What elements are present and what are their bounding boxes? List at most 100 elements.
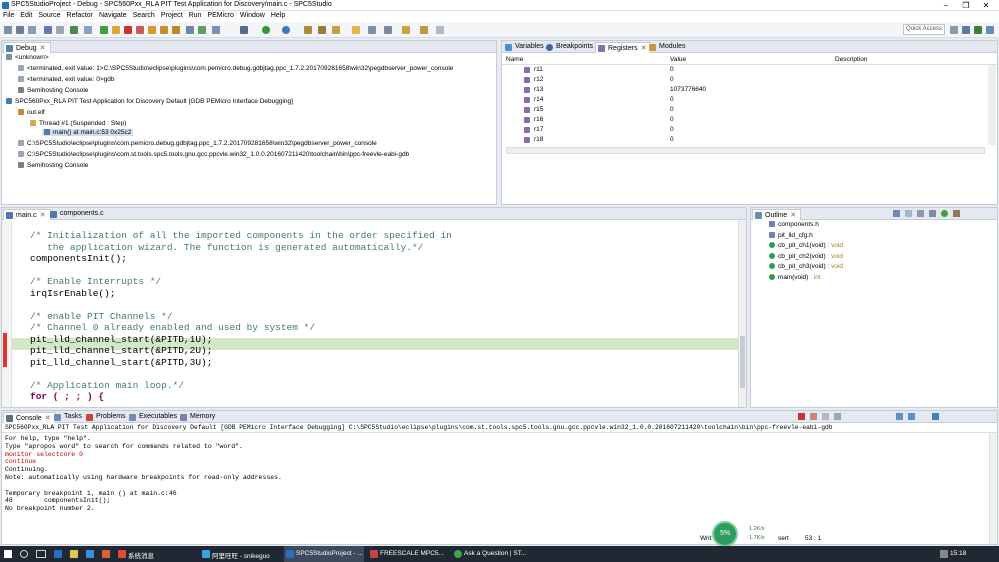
editor-gutter[interactable] [2, 220, 12, 407]
outline-item[interactable]: cb_pit_ch1(void) : void [769, 242, 843, 249]
tab-tasks[interactable]: Tasks [52, 412, 86, 423]
tab-console[interactable]: Console ✕ [3, 412, 56, 423]
outline-item[interactable]: main(void) : int [769, 273, 821, 281]
tab-modules[interactable]: Modules [647, 42, 689, 53]
tab-main-c[interactable]: main.c ✕ [3, 209, 51, 220]
save-icon[interactable] [16, 26, 24, 34]
forward-icon[interactable] [436, 26, 444, 34]
register-value[interactable]: 0 [670, 106, 674, 113]
minimize-icon[interactable]: – [936, 1, 956, 10]
tree-item-server[interactable]: C:\SPC5Studio\eclipse\plugins\com.pemicr… [18, 140, 377, 147]
instruction-step-icon[interactable] [186, 26, 194, 34]
menu-source[interactable]: Source [35, 11, 63, 20]
step-over-icon[interactable] [160, 26, 168, 34]
tab-variables[interactable]: Variables [503, 42, 548, 53]
run-icon[interactable] [262, 26, 270, 34]
terminate-console-icon[interactable] [798, 413, 805, 420]
search-icon[interactable] [20, 550, 28, 558]
tree-item-semihosting[interactable]: Semihosting Console [18, 87, 88, 94]
tab-outline[interactable]: Outline ✕ [752, 209, 802, 220]
close-tab-icon[interactable]: ✕ [40, 45, 46, 52]
register-name[interactable]: r11 [534, 66, 543, 73]
taskbar-item-messages[interactable]: 系统消息 [116, 546, 192, 562]
external-tools-icon[interactable] [304, 26, 312, 34]
column-description[interactable]: Description [835, 56, 868, 63]
previous-annotation-icon[interactable] [384, 26, 392, 34]
perspective-c-icon[interactable] [962, 26, 970, 34]
mail-icon[interactable] [86, 550, 94, 558]
register-name[interactable]: r14 [534, 96, 543, 103]
mark-occurrences-icon[interactable] [352, 26, 360, 34]
register-name[interactable]: r18 [534, 136, 543, 143]
tree-item-stack-frame[interactable]: main() at main.c:53 0x25c2 [42, 129, 134, 136]
code-line[interactable]: pit_lld_channel_start(&PITD,2U); [30, 345, 212, 356]
tree-item-semihosting-2[interactable]: Semihosting Console [18, 162, 88, 169]
code-line[interactable]: componentsInit(); [30, 253, 127, 264]
menu-window[interactable]: Window [237, 11, 268, 20]
tree-item-terminated-gdb[interactable]: <terminated, exit value: 0>gdb [18, 76, 114, 83]
explorer-icon[interactable] [70, 550, 78, 558]
save-all-icon[interactable] [28, 26, 36, 34]
outline-item[interactable]: cb_pit_ch3(void) : void [769, 263, 843, 270]
code-line[interactable]: /* Channel 0 already enabled and used by… [30, 322, 315, 333]
outline-item[interactable]: components.h [769, 221, 819, 228]
hide-nonpublic-icon[interactable] [941, 210, 948, 217]
tree-item-unknown[interactable]: <unknown> [6, 54, 49, 61]
editor-scrollbar[interactable] [738, 220, 746, 407]
vertical-scrollbar[interactable] [988, 65, 996, 145]
menu-refactor[interactable]: Refactor [64, 11, 96, 20]
display-console-icon[interactable] [908, 413, 915, 420]
step-into-icon[interactable] [148, 26, 156, 34]
register-value[interactable]: 0 [670, 76, 674, 83]
register-value[interactable]: 0 [670, 126, 674, 133]
next-annotation-icon[interactable] [368, 26, 376, 34]
close-tab-icon[interactable]: ✕ [790, 212, 796, 219]
resume-icon[interactable] [100, 26, 108, 34]
tab-registers[interactable]: Registers ✕ [595, 42, 652, 53]
maximize-icon[interactable]: ❐ [956, 1, 976, 10]
menu-navigate[interactable]: Navigate [96, 11, 130, 20]
quick-access-input[interactable]: Quick Access [903, 24, 945, 35]
settings-icon[interactable] [240, 26, 248, 34]
menu-search[interactable]: Search [130, 11, 158, 20]
code-line[interactable]: for ( ; ; ) { [30, 391, 104, 402]
register-value[interactable]: 0 [670, 66, 674, 73]
restart-icon[interactable] [212, 26, 220, 34]
close-tab-icon[interactable]: ✕ [40, 212, 46, 219]
console-icon[interactable] [70, 26, 78, 34]
last-edit-icon[interactable] [402, 26, 410, 34]
horizontal-scrollbar[interactable] [506, 147, 985, 154]
hide-static-icon[interactable] [929, 210, 936, 217]
register-value[interactable]: 0 [670, 116, 674, 123]
register-value[interactable]: 1073776640 [670, 86, 706, 93]
code-line[interactable]: /* Enable Interrupts */ [30, 276, 161, 287]
tree-item-launch[interactable]: SPC560Pxx_RLA PIT Test Application for D… [6, 98, 293, 105]
code-line[interactable]: irqIsrEnable(); [30, 288, 116, 299]
register-name[interactable]: r16 [534, 116, 543, 123]
perspective-other-icon[interactable] [986, 26, 994, 34]
console-scrollbar[interactable] [989, 433, 997, 544]
tray-icon[interactable] [940, 550, 948, 558]
app-pinned-icon[interactable] [102, 550, 110, 558]
tree-item-terminated-server[interactable]: <terminated, exit value: 1>C:\SPC5Studio… [18, 65, 453, 72]
disconnect-icon[interactable] [136, 26, 144, 34]
menu-project[interactable]: Project [158, 11, 186, 20]
code-line[interactable]: /* Initialization of all the imported co… [30, 230, 452, 241]
step-return-icon[interactable] [172, 26, 180, 34]
menu-edit[interactable]: Edit [17, 11, 35, 20]
tree-item-elf[interactable]: out.elf [18, 109, 45, 116]
sort-icon[interactable] [905, 210, 912, 217]
start-icon[interactable] [4, 550, 12, 558]
code-line[interactable]: pit_lld_channel_start(&PITD,1U); [30, 334, 212, 345]
menu-pemicro[interactable]: PEMicro [204, 11, 236, 20]
taskbar-item-ask-question[interactable]: Ask a Question | ST... [452, 546, 532, 562]
build-icon[interactable] [84, 26, 92, 34]
back-icon[interactable] [420, 26, 428, 34]
tree-item-thread[interactable]: Thread #1 (Suspended : Step) [30, 120, 126, 127]
perspective-debug-icon[interactable] [974, 26, 982, 34]
column-value[interactable]: Value [670, 56, 686, 63]
task-view-icon[interactable] [36, 550, 46, 558]
register-name[interactable]: r17 [534, 126, 543, 133]
reset-icon[interactable] [198, 26, 206, 34]
hide-fields-icon[interactable] [917, 210, 924, 217]
